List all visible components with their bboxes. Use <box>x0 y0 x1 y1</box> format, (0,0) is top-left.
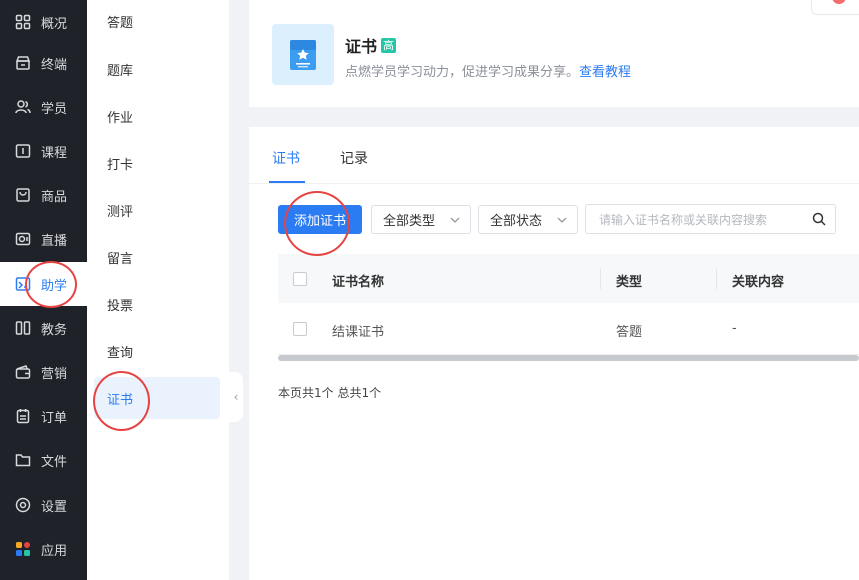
nav-label: 订单 <box>41 410 68 426</box>
column-header-related: 关联内容 <box>732 275 785 290</box>
tutorial-link[interactable]: 查看教程 <box>579 65 631 80</box>
bag-icon <box>15 187 31 203</box>
nav-item-goods[interactable]: 商品 <box>0 173 87 217</box>
search-box <box>585 204 836 234</box>
nav-item-study-aid[interactable]: 助学 <box>0 262 87 306</box>
nav-item-apps[interactable]: 应用 <box>0 527 87 571</box>
cell-related: - <box>732 321 737 336</box>
nav-item-terminal[interactable]: 终端 <box>0 41 87 85</box>
certificate-icon <box>290 39 316 70</box>
row-checkbox[interactable] <box>293 322 307 336</box>
study-icon <box>15 276 31 292</box>
page-title: 证书 高 <box>345 33 397 57</box>
nav-label: 终端 <box>41 57 68 73</box>
nav-item-settings[interactable]: 设置 <box>0 483 87 527</box>
select-all-checkbox[interactable] <box>293 272 307 286</box>
nav-label: 商品 <box>41 189 68 205</box>
submenu-item-certificate[interactable]: 证书 <box>94 377 220 419</box>
page-title-text: 证书 <box>345 37 378 56</box>
main-panel: 证书 记录 添加证书 全部类型 全部状态 证书名称 类型 关联内容 结课证书 答… <box>249 127 859 580</box>
chevron-left-icon: ‹ <box>233 390 239 404</box>
tab-certificate[interactable]: 证书 <box>272 148 300 168</box>
submenu-item-query[interactable]: 查询 <box>94 330 220 372</box>
nav-label: 概况 <box>41 16 68 32</box>
nav-item-academic[interactable]: 教务 <box>0 306 87 350</box>
certificate-logo <box>272 24 334 85</box>
grid-icon <box>15 14 31 30</box>
live-icon <box>15 231 31 247</box>
nav-item-orders[interactable]: 订单 <box>0 394 87 438</box>
nav-label: 文件 <box>41 454 68 470</box>
wallet-icon <box>15 364 31 380</box>
chevron-down-icon <box>557 217 567 223</box>
nav-item-students[interactable]: 学员 <box>0 85 87 129</box>
order-icon <box>15 408 31 424</box>
description-text: 点燃学员学习动力，促进学习成果分享。 <box>345 65 580 80</box>
pro-badge: 高 <box>381 37 397 53</box>
nav-item-overview[interactable]: 概况 <box>0 0 87 44</box>
submenu-item-question-bank[interactable]: 题库 <box>94 48 220 90</box>
nav-label: 应用 <box>41 543 68 559</box>
nav-label: 学员 <box>41 101 68 117</box>
column-header-name: 证书名称 <box>332 275 385 290</box>
nav-label: 营销 <box>41 366 68 382</box>
nav-item-live[interactable]: 直播 <box>0 217 87 261</box>
horizontal-scrollbar[interactable] <box>278 355 859 361</box>
add-certificate-button[interactable]: 添加证书 <box>278 205 362 234</box>
apps-icon <box>15 541 31 557</box>
books-icon <box>15 320 31 336</box>
column-divider <box>600 268 601 289</box>
page-header: 证书 高 点燃学员学习动力，促进学习成果分享。查看教程 <box>249 0 859 107</box>
submenu-item-message[interactable]: 留言 <box>94 236 220 278</box>
submenu-item-assessment[interactable]: 测评 <box>94 189 220 231</box>
collapse-submenu-button[interactable]: ‹ <box>229 372 243 422</box>
tab-records[interactable]: 记录 <box>340 148 368 168</box>
nav-item-course[interactable]: 课程 <box>0 129 87 173</box>
nav-item-marketing[interactable]: 营销 <box>0 350 87 394</box>
cell-type: 答题 <box>616 325 643 340</box>
course-icon <box>15 143 31 159</box>
type-filter-select[interactable]: 全部类型 <box>371 205 471 234</box>
nav-label: 设置 <box>41 499 68 515</box>
nav-label: 助学 <box>41 278 68 294</box>
nav-label: 课程 <box>41 145 68 161</box>
main-nav: 概况 终端 学员 课程 商品 直播 助学 教务 营销 订单 文件 设置 应用 <box>0 0 87 580</box>
pagination-summary: 本页共1个 总共1个 <box>278 386 382 400</box>
type-filter-value: 全部类型 <box>383 214 436 229</box>
users-icon <box>15 99 31 115</box>
cell-certificate-name: 结课证书 <box>332 325 385 340</box>
search-icon[interactable] <box>812 212 826 226</box>
chevron-down-icon <box>450 217 460 223</box>
submenu: 答题 题库 作业 打卡 测评 留言 投票 查询 证书 <box>87 0 229 580</box>
column-header-type: 类型 <box>616 275 643 290</box>
column-divider <box>716 268 717 289</box>
submenu-item-vote[interactable]: 投票 <box>94 283 220 325</box>
submenu-item-answer[interactable]: 答题 <box>94 0 220 42</box>
folder-icon <box>15 452 31 468</box>
settings-icon <box>15 497 31 513</box>
nav-label: 教务 <box>41 322 68 338</box>
tab-divider <box>249 183 859 184</box>
submenu-item-checkin[interactable]: 打卡 <box>94 142 220 184</box>
page-description: 点燃学员学习动力，促进学习成果分享。查看教程 <box>345 61 631 80</box>
table-row[interactable]: 结课证书 答题 - <box>278 304 859 355</box>
submenu-item-homework[interactable]: 作业 <box>94 95 220 137</box>
table-header: 证书名称 类型 关联内容 <box>278 254 859 303</box>
nav-label: 直播 <box>41 233 68 249</box>
status-filter-value: 全部状态 <box>490 214 543 229</box>
terminal-icon <box>15 55 31 71</box>
search-input[interactable] <box>597 206 811 234</box>
status-filter-select[interactable]: 全部状态 <box>478 205 578 234</box>
nav-item-files[interactable]: 文件 <box>0 438 87 482</box>
